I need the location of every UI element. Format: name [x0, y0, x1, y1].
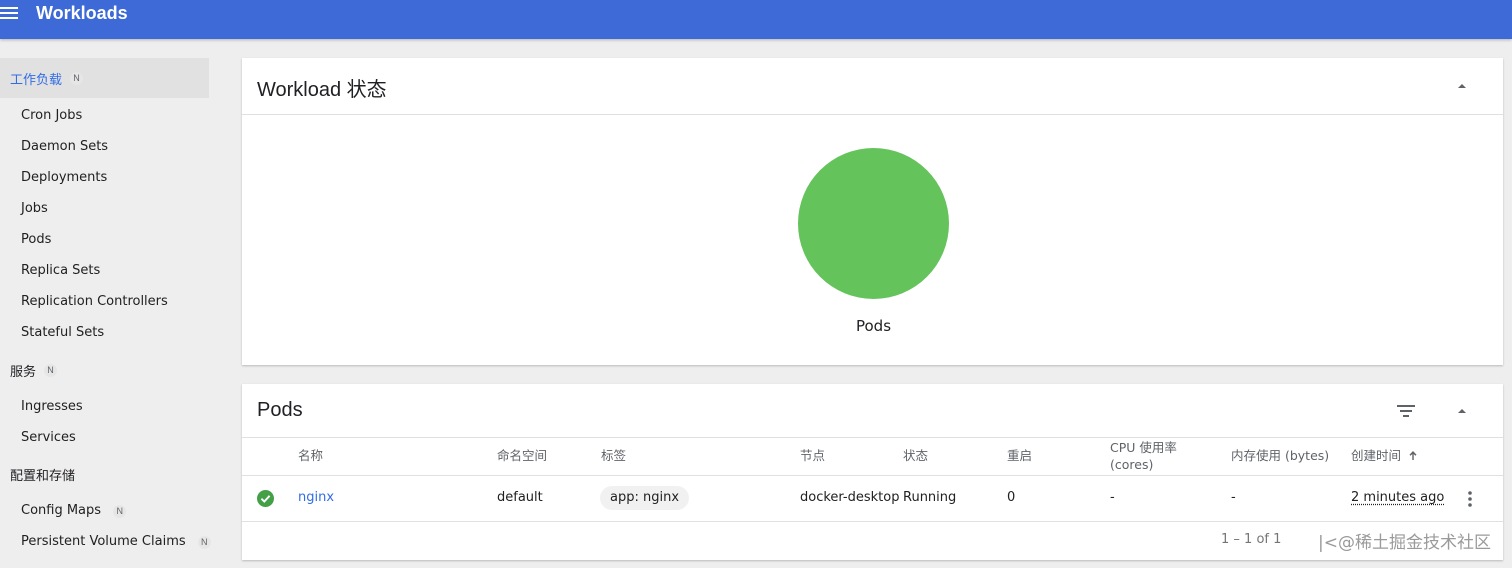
pod-namespace: default — [497, 490, 543, 505]
sidebar-section-label: 服务 — [10, 364, 37, 380]
sidebar-section-label: 工作负载 — [10, 72, 63, 88]
pod-restarts: 0 — [1007, 490, 1016, 505]
pagination-range: 1 – 1 of 1 — [1221, 532, 1282, 547]
column-header-labels: 标签 — [601, 448, 627, 463]
column-header-node[interactable]: 节点 — [800, 447, 825, 464]
namespaced-badge: N — [70, 71, 84, 85]
column-header-cpu-line1: CPU 使用率 — [1110, 440, 1177, 455]
column-header-restarts[interactable]: 重启 — [1007, 447, 1032, 464]
sidebar-section-workloads[interactable]: 工作负载 N — [0, 58, 209, 98]
divider — [242, 475, 1503, 476]
sidebar-item-services[interactable]: Services — [21, 427, 76, 449]
sidebar-item-persistent-volume-claims[interactable]: Persistent Volume Claims N — [21, 531, 211, 553]
collapse-icon[interactable] — [1454, 403, 1470, 419]
namespaced-badge: N — [197, 536, 211, 549]
more-vert-icon[interactable] — [1464, 490, 1476, 508]
sidebar-section-label: 配置和存储 — [10, 468, 76, 484]
sidebar-item-ingresses[interactable]: Ingresses — [21, 396, 83, 418]
sidebar-item-replication-controllers[interactable]: Replication Controllers — [21, 291, 168, 313]
pod-status: Running — [903, 490, 957, 505]
pods-card: Pods 名称 命名空间 标签 节点 状态 重启 CPU 使用率 (cores)… — [242, 384, 1503, 560]
check-circle-icon — [257, 490, 274, 507]
sort-arrow-up-icon — [1408, 448, 1418, 465]
label-chip: app: nginx — [600, 486, 690, 510]
workload-status-card: Workload 状态 Pods — [242, 58, 1503, 365]
column-header-cpu-line2: (cores) — [1110, 457, 1154, 472]
column-header-namespace[interactable]: 命名空间 — [497, 447, 547, 464]
divider — [242, 521, 1503, 522]
collapse-icon[interactable] — [1454, 78, 1470, 94]
sidebar-item-daemon-sets[interactable]: Daemon Sets — [21, 136, 108, 158]
card-title: Workload 状态 — [257, 79, 387, 101]
pod-node: docker-desktop — [800, 490, 900, 505]
pod-memory: - — [1231, 490, 1236, 505]
sidebar-item-config-maps[interactable]: Config Maps N — [21, 500, 127, 522]
sidebar-item-pods[interactable]: Pods — [21, 229, 51, 251]
namespaced-badge: N — [44, 363, 58, 377]
filter-icon[interactable] — [1396, 403, 1416, 419]
pie-chart-label: Pods — [855, 317, 892, 335]
pod-name-link[interactable]: nginx — [298, 488, 334, 508]
sidebar-item-label: Persistent Volume Claims — [21, 534, 186, 549]
pod-created-time[interactable]: 2 minutes ago — [1351, 488, 1444, 508]
sidebar-item-stateful-sets[interactable]: Stateful Sets — [21, 322, 104, 344]
divider — [242, 437, 1503, 438]
column-header-name[interactable]: 名称 — [298, 447, 323, 464]
sidebar-item-jobs[interactable]: Jobs — [21, 198, 48, 220]
app-title: Workloads — [36, 3, 128, 23]
top-app-bar: Workloads — [0, 0, 1512, 39]
pie-slice-running — [798, 148, 949, 299]
sidebar-item-deployments[interactable]: Deployments — [21, 167, 107, 189]
column-header-status[interactable]: 状态 — [903, 447, 928, 464]
watermark: |<@稀土掘金技术社区 — [1318, 533, 1491, 553]
pods-pie-chart — [798, 148, 949, 299]
column-header-created-label: 创建时间 — [1351, 448, 1402, 463]
sidebar-item-label: Config Maps — [21, 503, 102, 518]
divider — [242, 114, 1503, 115]
column-header-memory[interactable]: 内存使用 (bytes) — [1231, 447, 1329, 464]
sidebar-section-config-storage[interactable]: 配置和存储 — [0, 454, 209, 494]
menu-icon[interactable] — [0, 5, 20, 21]
sidebar-item-cron-jobs[interactable]: Cron Jobs — [21, 105, 82, 127]
column-header-cpu[interactable]: CPU 使用率 (cores) — [1110, 439, 1177, 473]
pod-cpu: - — [1110, 490, 1115, 505]
sidebar-item-replica-sets[interactable]: Replica Sets — [21, 260, 100, 282]
column-header-created[interactable]: 创建时间 — [1351, 447, 1418, 465]
sidebar-section-services[interactable]: 服务 N — [0, 350, 209, 390]
card-title: Pods — [257, 399, 303, 421]
namespaced-badge: N — [113, 505, 127, 518]
sidebar: 工作负载 N Cron Jobs Daemon Sets Deployments… — [0, 58, 211, 568]
